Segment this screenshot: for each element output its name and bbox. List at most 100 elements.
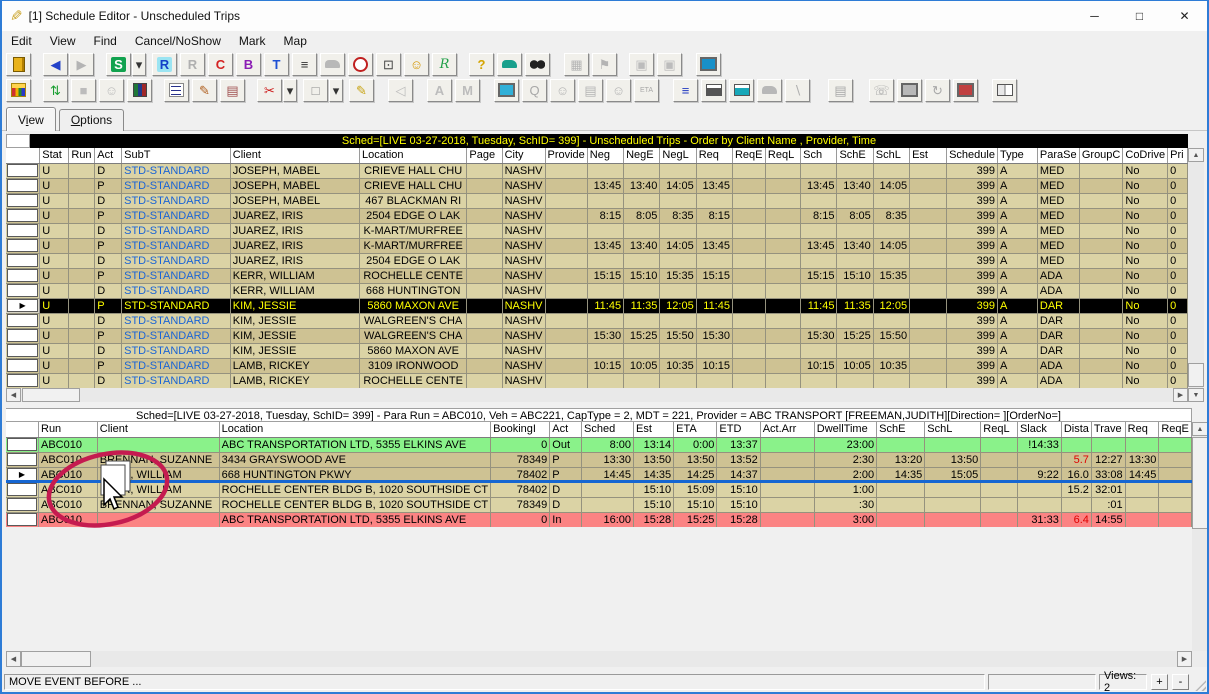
cell-reql[interactable] — [765, 238, 800, 253]
row-selector[interactable] — [6, 223, 40, 238]
cell-pri[interactable]: 0 — [1168, 328, 1188, 343]
cell-groupc[interactable] — [1079, 283, 1123, 298]
cell-city[interactable]: NASHV — [502, 178, 545, 193]
cell-reqe[interactable] — [732, 178, 765, 193]
time-window-icon[interactable]: ⊡ — [376, 53, 401, 76]
cell-dwelltime[interactable]: :30 — [814, 497, 876, 512]
cell-stat[interactable]: U — [40, 313, 69, 328]
cell-est[interactable] — [910, 163, 947, 178]
blank-disabled-icon[interactable]: ■ — [71, 79, 96, 102]
cell-etd[interactable]: 15:10 — [717, 482, 760, 497]
cell-neg[interactable]: 15:15 — [587, 268, 623, 283]
book-icon[interactable] — [992, 79, 1017, 102]
cell-eta[interactable]: 13:50 — [674, 452, 717, 467]
cell-act[interactable]: D — [550, 482, 582, 497]
cell-subt[interactable]: STD-STANDARD — [122, 283, 231, 298]
cell-subt[interactable]: STD-STANDARD — [122, 373, 231, 388]
col-header-schedule[interactable]: Schedule — [947, 148, 998, 163]
cell-codrive[interactable]: No — [1123, 208, 1168, 223]
hscroll-thumb[interactable] — [22, 388, 80, 402]
clients-icon[interactable]: ☺ — [404, 53, 429, 76]
col-header-actarr[interactable]: Act.Arr — [760, 422, 814, 437]
cell-location[interactable]: ROCHELLE CENTER BLDG B, 1020 SOUTHSIDE C… — [219, 482, 491, 497]
cell-nege[interactable]: 8:05 — [624, 208, 660, 223]
remove-view-button[interactable]: - — [1172, 674, 1189, 690]
cell-location[interactable]: CRIEVE HALL CHU — [359, 178, 466, 193]
cell-page[interactable] — [467, 208, 502, 223]
cell-dista[interactable]: 6.4 — [1061, 512, 1091, 527]
cell-schedule[interactable]: 399 — [947, 268, 998, 283]
cell-sche[interactable] — [837, 343, 873, 358]
cell-city[interactable]: NASHV — [502, 313, 545, 328]
cell-pri[interactable]: 0 — [1168, 178, 1188, 193]
cell-location[interactable]: 5860 MAXON AVE — [359, 298, 466, 313]
cell-schedule[interactable]: 399 — [947, 328, 998, 343]
cell-codrive[interactable]: No — [1123, 283, 1168, 298]
cell-req[interactable]: 13:45 — [696, 178, 732, 193]
cell-run[interactable] — [69, 298, 95, 313]
cell-neg[interactable]: 13:45 — [587, 178, 623, 193]
cell-codrive[interactable]: No — [1123, 343, 1168, 358]
cell-slack[interactable] — [1017, 452, 1061, 467]
maximize-button[interactable]: □ — [1117, 1, 1162, 31]
cancel-c-icon[interactable]: C — [208, 53, 233, 76]
cell-nege[interactable]: 15:25 — [624, 328, 660, 343]
cell-reqe[interactable] — [1159, 482, 1192, 497]
col-header-reqe[interactable]: ReqE — [1159, 422, 1192, 437]
cell-page[interactable] — [467, 238, 502, 253]
cell-run[interactable] — [69, 283, 95, 298]
cell-negl[interactable] — [660, 223, 696, 238]
cell-codrive[interactable]: No — [1123, 358, 1168, 373]
cell-city[interactable]: NASHV — [502, 163, 545, 178]
unscheduled-trip-row[interactable]: UPSTD-STANDARDKERR, WILLIAMROCHELLE CENT… — [6, 268, 1188, 283]
cell-provide[interactable] — [545, 373, 587, 388]
unscheduled-trip-row[interactable]: UDSTD-STANDARDKERR, WILLIAM668 HUNTINGTO… — [6, 283, 1188, 298]
row-selector[interactable] — [6, 358, 40, 373]
cell-codrive[interactable]: No — [1123, 298, 1168, 313]
people-disabled-icon[interactable]: ☺ — [550, 79, 575, 102]
cell-sched[interactable]: 16:00 — [582, 512, 634, 527]
cell-req[interactable] — [696, 283, 732, 298]
monitor-disabled-icon[interactable] — [897, 79, 922, 102]
row-selector[interactable] — [6, 313, 40, 328]
cell-location[interactable]: WALGREEN'S CHA — [359, 313, 466, 328]
cell-schedule[interactable]: 399 — [947, 283, 998, 298]
refresh-arrows-icon[interactable]: ⇅ — [43, 79, 68, 102]
scroll-right-icon[interactable]: ▶ — [1177, 651, 1192, 667]
unscheduled-trip-row[interactable]: UDSTD-STANDARDJUAREZ, IRIS2504 EDGE O LA… — [6, 253, 1188, 268]
cell-parase[interactable]: DAR — [1037, 343, 1079, 358]
cell-neg[interactable]: 8:15 — [587, 208, 623, 223]
cell-reqe[interactable] — [732, 163, 765, 178]
selector-corner[interactable] — [6, 422, 39, 437]
cell-reqe[interactable] — [732, 298, 765, 313]
cell-city[interactable]: NASHV — [502, 208, 545, 223]
cell-sch[interactable]: 8:15 — [801, 208, 837, 223]
cell-act[interactable]: P — [95, 238, 122, 253]
cell-client[interactable]: KIM, JESSIE — [230, 313, 359, 328]
cell-run[interactable] — [69, 163, 95, 178]
unscheduled-trip-row[interactable]: UPSTD-STANDARDJUAREZ, IRIS2504 EDGE O LA… — [6, 208, 1188, 223]
cell-schedule[interactable]: 399 — [947, 373, 998, 388]
cell-req[interactable] — [696, 163, 732, 178]
col-header-slack[interactable]: Slack — [1017, 422, 1061, 437]
trip-cut-dropdown-icon[interactable]: ▾ — [283, 79, 297, 102]
cell-req[interactable]: 13:30 — [1125, 452, 1159, 467]
cell-schl[interactable] — [873, 223, 909, 238]
cell-page[interactable] — [467, 193, 502, 208]
cell-city[interactable]: NASHV — [502, 298, 545, 313]
cell-req[interactable] — [696, 373, 732, 388]
cell-act[interactable]: P — [95, 178, 122, 193]
cell-codrive[interactable]: No — [1123, 268, 1168, 283]
cell-est[interactable] — [910, 283, 947, 298]
cell-req[interactable] — [1125, 497, 1159, 512]
cell-sche[interactable] — [877, 437, 925, 452]
map-m-disabled-icon[interactable]: M — [455, 79, 480, 102]
cell-codrive[interactable]: No — [1123, 313, 1168, 328]
cell-act[interactable]: P — [95, 298, 122, 313]
cell-groupc[interactable] — [1079, 178, 1123, 193]
cell-negl[interactable] — [660, 343, 696, 358]
cell-groupc[interactable] — [1079, 328, 1123, 343]
col-header-type[interactable]: Type — [997, 148, 1037, 163]
cell-stat[interactable]: U — [40, 298, 69, 313]
cell-negl[interactable] — [660, 283, 696, 298]
